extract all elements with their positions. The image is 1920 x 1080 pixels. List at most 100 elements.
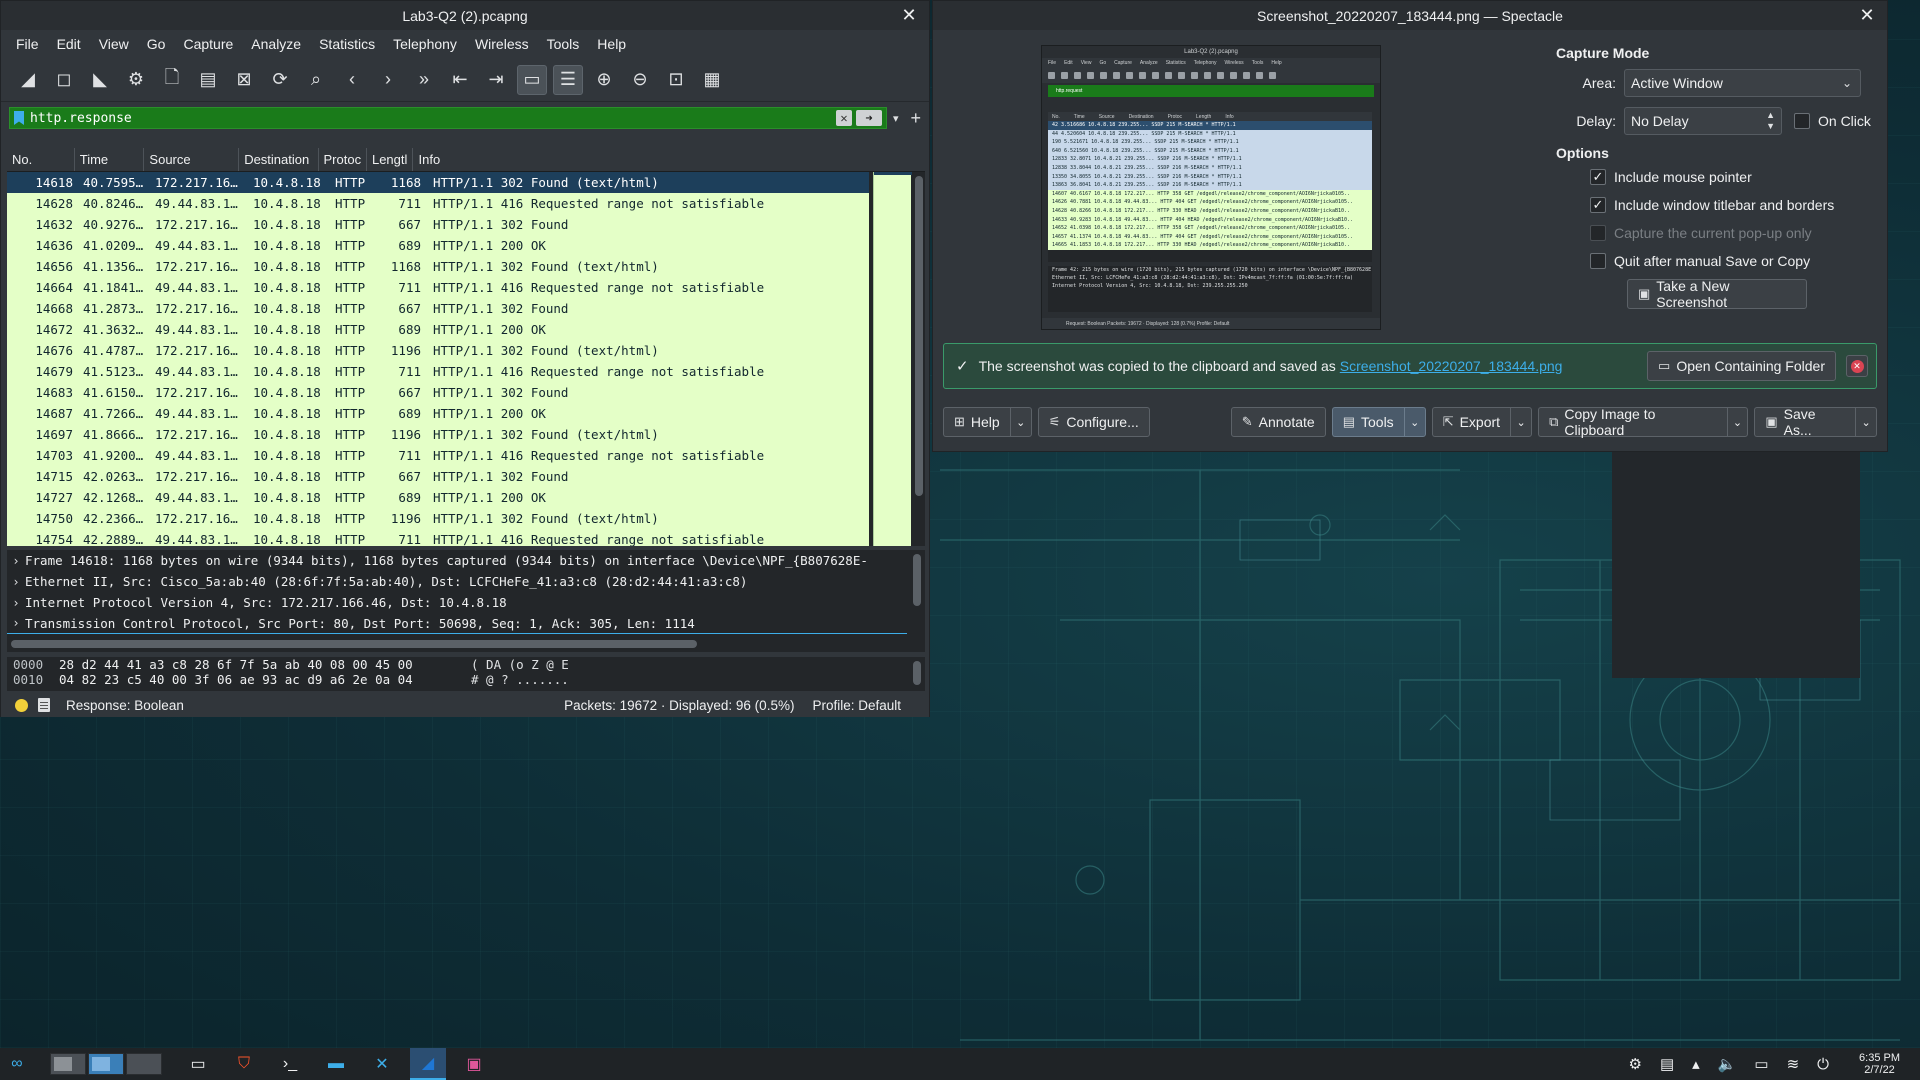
expand-icon[interactable]: ›	[7, 554, 25, 568]
table-row[interactable]: 14750 42.2366… 172.217.16… 10.4.8.18 HTTP 119…	[7, 508, 869, 529]
add-filter-button-icon[interactable]: +	[910, 108, 921, 129]
power-icon[interactable]: ⏻	[1817, 1056, 1829, 1073]
terminal-icon[interactable]: ›_	[272, 1048, 308, 1080]
menu-file[interactable]: File	[7, 36, 48, 52]
desktop-1[interactable]	[50, 1053, 86, 1075]
details-horizontal-scrollbar[interactable]	[11, 640, 697, 648]
table-row[interactable]: 14668 41.2873… 172.217.16… 10.4.8.18 HTTP 667…	[7, 298, 869, 319]
menu-tools[interactable]: Tools	[538, 36, 589, 52]
resize-columns-icon[interactable]: ▦	[697, 65, 727, 95]
table-row[interactable]: 14754 42.2889… 49.44.83.1… 10.4.8.18 HTTP 711…	[7, 529, 869, 546]
menu-go[interactable]: Go	[138, 36, 175, 52]
table-row[interactable]: 14679 41.5123… 49.44.83.1… 10.4.8.18 HTTP 711…	[7, 361, 869, 382]
menu-wireless[interactable]: Wireless	[466, 36, 538, 52]
wireshark-task-icon[interactable]: ◢	[410, 1048, 446, 1080]
table-row[interactable]: 14664 41.1841… 49.44.83.1… 10.4.8.18 HTTP 711…	[7, 277, 869, 298]
detail-ethernet[interactable]: › Ethernet II, Src: Cisco_5a:ab:40 (28:6f…	[7, 571, 907, 592]
find-packet-icon[interactable]: ⌕	[301, 65, 331, 95]
previous-packet-icon[interactable]: ‹	[337, 65, 367, 95]
col-destination[interactable]: Destination	[239, 148, 319, 171]
detail-ipv4[interactable]: › Internet Protocol Version 4, Src: 172.2…	[7, 592, 907, 613]
desktop-2[interactable]	[88, 1053, 124, 1075]
display-filter-input[interactable]: http.response ✕ ➜	[9, 107, 887, 129]
menu-view[interactable]: View	[90, 36, 138, 52]
on-click-checkbox[interactable]: On Click	[1794, 113, 1871, 129]
expand-icon[interactable]: ›	[7, 616, 25, 630]
autoscroll-icon[interactable]: ▭	[517, 64, 547, 95]
help-button[interactable]: ⊞ Help	[943, 407, 1010, 437]
capture-comment-icon[interactable]	[38, 698, 50, 712]
apply-filter-icon[interactable]: ➜	[855, 110, 882, 126]
kdeconnect-icon[interactable]: ⚙	[1629, 1055, 1642, 1073]
bytes-ascii[interactable]: # @ ? .......	[471, 672, 671, 687]
app-launcher-icon[interactable]: ∞	[0, 1048, 34, 1080]
menu-capture[interactable]: Capture	[174, 36, 242, 52]
checkbox-box[interactable]	[1794, 113, 1810, 129]
normal-size-icon[interactable]: ⊡	[661, 65, 691, 95]
files-icon[interactable]: ▭	[180, 1048, 216, 1080]
filter-history-dropdown-icon[interactable]: ▾	[893, 112, 899, 125]
battery-icon[interactable]: ▭	[1754, 1055, 1768, 1073]
last-packet-icon[interactable]: ⇥	[481, 65, 511, 95]
reload-file-icon[interactable]: ⟳	[265, 65, 295, 95]
detail-frame[interactable]: › Frame 14618: 1168 bytes on wire (9344 b…	[7, 550, 907, 571]
zoom-in-icon[interactable]: ⊕	[589, 65, 619, 95]
table-row[interactable]: 14683 41.6150… 172.217.16… 10.4.8.18 HTTP 667…	[7, 382, 869, 403]
save-as-button[interactable]: ▣ Save As...	[1754, 406, 1856, 438]
close-file-icon[interactable]: ⊠	[229, 65, 259, 95]
menu-telephony[interactable]: Telephony	[384, 36, 466, 52]
start-capture-icon[interactable]: ◢	[13, 65, 43, 95]
bytes-hex[interactable]: 04 82 23 c5 40 00 3f 06 ae 93 ac d9 a6 2…	[59, 672, 471, 687]
export-dropdown-chevron-icon[interactable]: ⌄	[1510, 407, 1533, 437]
detail-tcp[interactable]: › Transmission Control Protocol, Src Port…	[7, 613, 907, 634]
table-row[interactable]: 14715 42.0263… 172.217.16… 10.4.8.18 HTTP 667…	[7, 466, 869, 487]
next-packet-icon[interactable]: ›	[373, 65, 403, 95]
table-row[interactable]: 14727 42.1268… 49.44.83.1… 10.4.8.18 HTTP 689…	[7, 487, 869, 508]
clock[interactable]: 6:35 PM 2/7/22	[1859, 1052, 1900, 1076]
save-dropdown-chevron-icon[interactable]: ⌄	[1855, 407, 1877, 437]
take-new-screenshot-button[interactable]: ▣ Take a New Screenshot	[1627, 278, 1807, 310]
help-dropdown-chevron-icon[interactable]: ⌄	[1009, 407, 1032, 437]
open-containing-folder-button[interactable]: ▭ Open Containing Folder	[1647, 351, 1836, 381]
colorize-icon[interactable]: ☰	[553, 64, 583, 95]
dolphin-icon[interactable]: ▬	[318, 1048, 354, 1080]
expand-icon[interactable]: ›	[7, 575, 25, 589]
table-row[interactable]: 14636 41.0209… 49.44.83.1… 10.4.8.18 HTTP 689…	[7, 235, 869, 256]
menu-edit[interactable]: Edit	[48, 36, 90, 52]
annotate-button[interactable]: ✎ Annotate	[1230, 407, 1326, 437]
zoom-out-icon[interactable]: ⊖	[625, 65, 655, 95]
open-file-icon[interactable]: 🗋	[157, 65, 187, 95]
packet-list-scrollbar[interactable]	[913, 172, 925, 546]
quit-after-save-checkbox[interactable]: Quit after manual Save or Copy	[1590, 253, 1876, 269]
export-button[interactable]: ⇱ Export	[1431, 407, 1511, 437]
delay-spinbox[interactable]: No Delay ▲ ▼	[1624, 107, 1782, 135]
expand-tray-icon[interactable]: ▴	[1692, 1055, 1700, 1073]
table-row[interactable]: 14687 41.7266… 49.44.83.1… 10.4.8.18 HTTP 689…	[7, 403, 869, 424]
col-no[interactable]: No.	[7, 148, 75, 171]
scrollbar-thumb[interactable]	[915, 176, 923, 496]
vscode-icon[interactable]: ✕	[364, 1048, 400, 1080]
save-file-icon[interactable]: ▤	[193, 65, 223, 95]
table-row[interactable]: 14618 40.7595… 172.217.16… 10.4.8.18 HTTP 116…	[7, 172, 869, 193]
wifi-icon[interactable]: ≋	[1787, 1055, 1800, 1073]
close-icon[interactable]: ✕	[899, 5, 919, 25]
area-select[interactable]: Active Window ⌄	[1624, 69, 1861, 97]
col-info[interactable]: Info	[413, 148, 925, 171]
tools-dropdown-chevron-icon[interactable]: ⌄	[1403, 407, 1426, 437]
table-row[interactable]: 14676 41.4787… 172.217.16… 10.4.8.18 HTTP 119…	[7, 340, 869, 361]
tools-button[interactable]: ▤ Tools	[1331, 407, 1404, 437]
copy-image-to-clipboard-button[interactable]: ⧉ Copy Image to Clipboard	[1538, 406, 1727, 438]
table-row[interactable]: 14697 41.8666… 172.217.16… 10.4.8.18 HTTP 119…	[7, 424, 869, 445]
checkbox-box[interactable]	[1590, 253, 1606, 269]
brave-browser-icon[interactable]: ⛉	[226, 1048, 262, 1080]
table-row[interactable]: 14632 40.9276… 172.217.16… 10.4.8.18 HTTP 667…	[7, 214, 869, 235]
table-row[interactable]: 14628 40.8246… 49.44.83.1… 10.4.8.18 HTTP 711…	[7, 193, 869, 214]
table-row[interactable]: 14672 41.3632… 49.44.83.1… 10.4.8.18 HTTP 689…	[7, 319, 869, 340]
bytes-hex[interactable]: 28 d2 44 41 a3 c8 28 6f 7f 5a ab 40 08 0…	[59, 657, 471, 672]
stop-capture-icon[interactable]: ◻	[49, 65, 79, 95]
spin-arrows-icon[interactable]: ▲ ▼	[1766, 110, 1775, 132]
spectacle-task-icon[interactable]: ▣	[456, 1048, 492, 1080]
restart-capture-icon[interactable]: ◣	[85, 65, 115, 95]
packet-minimap[interactable]	[873, 172, 912, 546]
wireshark-titlebar[interactable]: Lab3-Q2 (2).pcapng ✕	[1, 1, 929, 30]
